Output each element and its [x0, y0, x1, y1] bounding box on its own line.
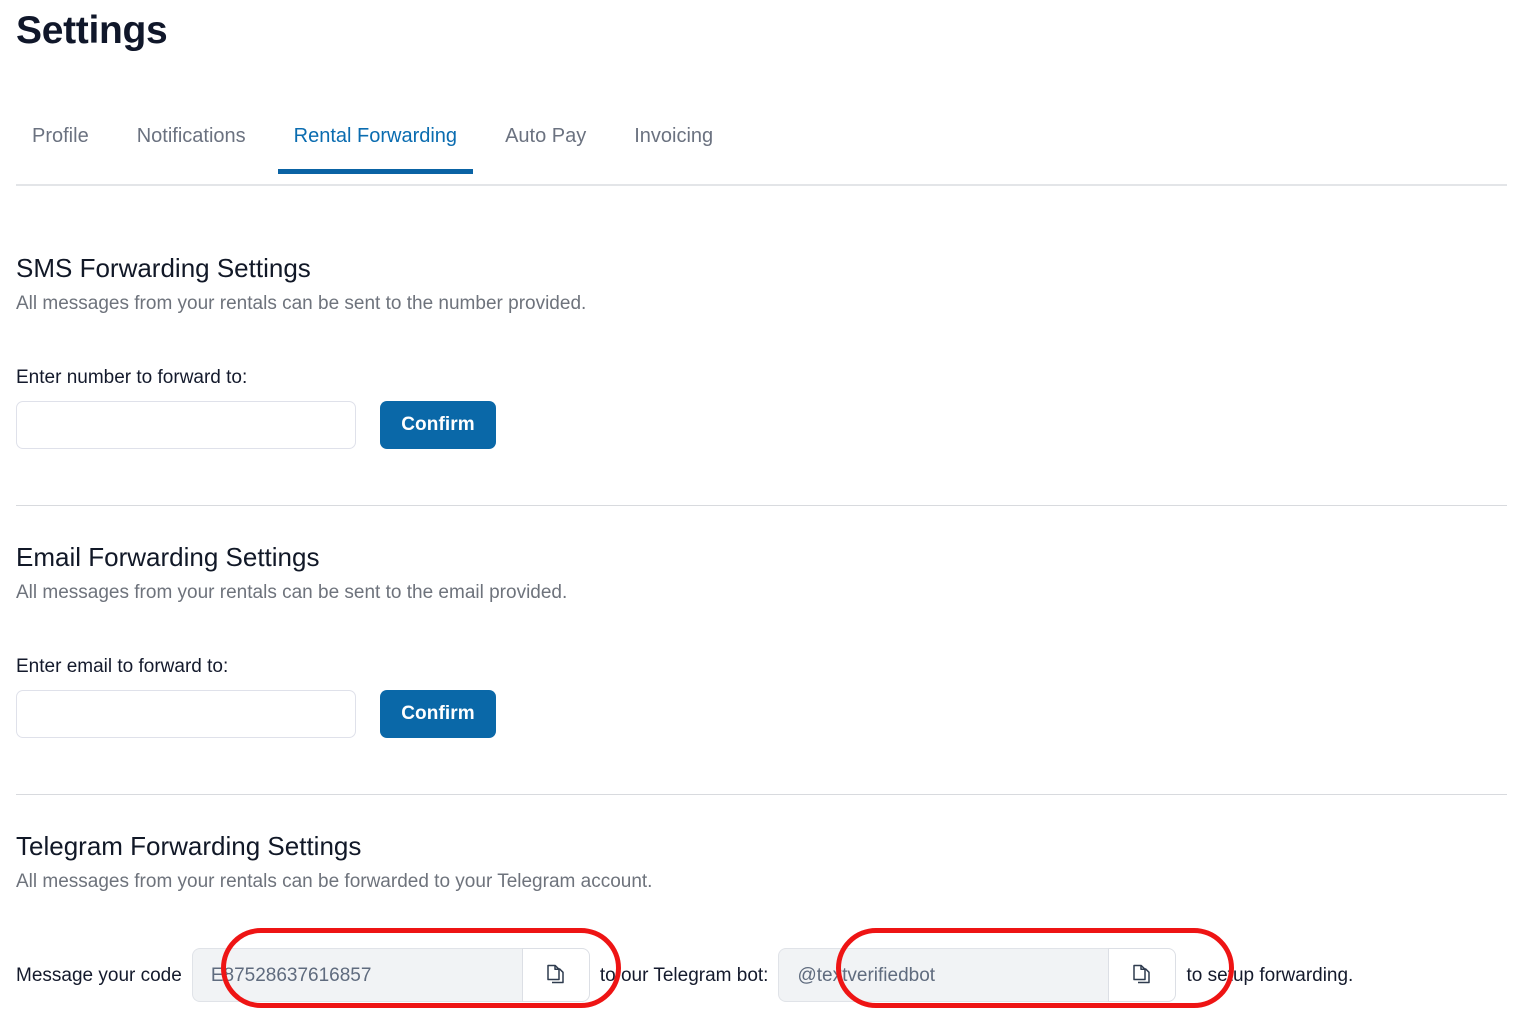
tab-invoicing[interactable]: Invoicing [610, 118, 737, 172]
tab-auto-pay[interactable]: Auto Pay [481, 118, 610, 172]
sms-confirm-button[interactable]: Confirm [380, 401, 496, 449]
sms-forwarding-section: SMS Forwarding Settings All messages fro… [16, 253, 1507, 316]
sms-forwarding-form: Enter number to forward to: Confirm [16, 366, 1507, 449]
email-field-label: Enter email to forward to: [16, 656, 229, 677]
telegram-setup-row: Message your code E87528637616857 to our… [16, 948, 1353, 1002]
tab-rental-forwarding[interactable]: Rental Forwarding [270, 118, 481, 174]
sms-section-description: All messages from your rentals can be se… [16, 293, 587, 314]
divider-email-telegram [16, 794, 1507, 795]
copy-icon [545, 963, 567, 987]
telegram-code-prefix-text: Message your code [16, 964, 182, 986]
settings-tabs: Profile Notifications Rental Forwarding … [16, 118, 1507, 186]
email-forwarding-form: Enter email to forward to: Confirm [16, 655, 1507, 738]
telegram-section-description: All messages from your rentals can be fo… [16, 871, 653, 892]
telegram-bot-prefix-text: to our Telegram bot: [599, 964, 769, 986]
sms-forward-number-input[interactable] [16, 401, 356, 449]
sms-field-row: Confirm [16, 401, 1507, 449]
email-forwarding-section: Email Forwarding Settings All messages f… [16, 542, 1507, 605]
divider-sms-email [16, 505, 1507, 506]
email-forward-address-input[interactable] [16, 690, 356, 738]
email-section-title: Email Forwarding Settings [16, 542, 320, 572]
copy-bot-button[interactable] [1108, 948, 1177, 1002]
tab-profile[interactable]: Profile [16, 118, 113, 172]
email-confirm-button[interactable]: Confirm [380, 690, 496, 738]
telegram-bot-input-group: @textverifiedbot [778, 948, 1177, 1002]
copy-icon [1131, 963, 1153, 987]
email-field-row: Confirm [16, 690, 1507, 738]
telegram-forwarding-section: Telegram Forwarding Settings All message… [16, 831, 1507, 894]
telegram-bot-value[interactable]: @textverifiedbot [778, 948, 1109, 1002]
copy-code-button[interactable] [521, 948, 590, 1002]
settings-page: Settings Profile Notifications Rental Fo… [0, 0, 1523, 1029]
telegram-code-value[interactable]: E87528637616857 [191, 948, 522, 1002]
telegram-code-input-group: E87528637616857 [191, 948, 590, 1002]
tab-notifications[interactable]: Notifications [113, 118, 270, 172]
email-section-description: All messages from your rentals can be se… [16, 582, 568, 603]
telegram-suffix-text: to setup forwarding. [1186, 964, 1354, 986]
telegram-section-title: Telegram Forwarding Settings [16, 831, 362, 861]
sms-field-label: Enter number to forward to: [16, 367, 248, 388]
sms-section-title: SMS Forwarding Settings [16, 253, 311, 283]
page-title: Settings [16, 9, 168, 52]
